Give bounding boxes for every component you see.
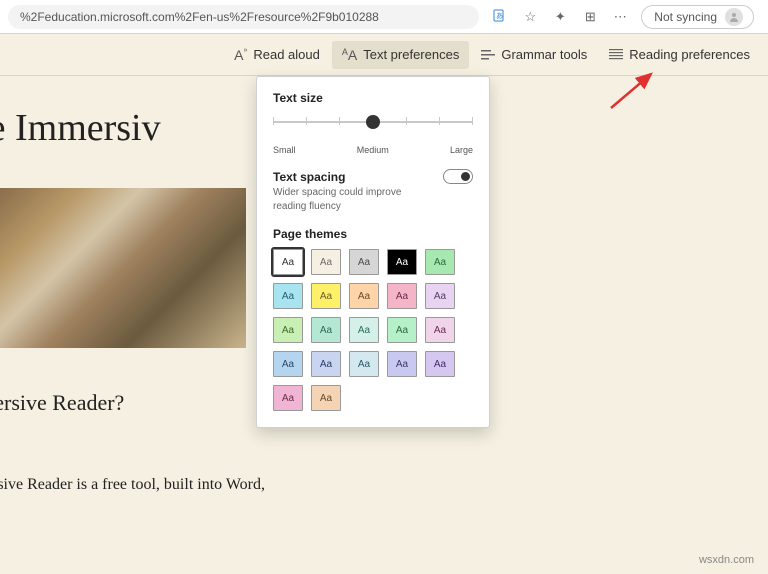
grammar-tools-label: Grammar tools xyxy=(501,47,587,62)
hero-image xyxy=(0,188,246,348)
theme-swatch[interactable]: Aa xyxy=(311,385,341,411)
theme-swatch[interactable]: Aa xyxy=(425,351,455,377)
theme-swatch[interactable]: Aa xyxy=(311,317,341,343)
sync-label: Not syncing xyxy=(654,10,717,24)
text-preferences-label: Text preferences xyxy=(363,47,459,62)
svg-text:あ: あ xyxy=(496,12,503,20)
slider-thumb[interactable] xyxy=(366,115,380,129)
slider-labels: Small Medium Large xyxy=(273,145,473,155)
text-preferences-button[interactable]: AA Text preferences xyxy=(332,41,469,69)
theme-swatch[interactable]: Aa xyxy=(349,317,379,343)
theme-swatch[interactable]: Aa xyxy=(425,317,455,343)
theme-swatch[interactable]: Aa xyxy=(387,249,417,275)
page-themes-grid: Aa Aa Aa Aa Aa Aa Aa Aa Aa Aa Aa Aa Aa Aa Aa Aa Aa Aa Aa Aa… xyxy=(273,249,473,411)
slider-max-label: Large xyxy=(450,145,473,155)
text-preferences-popover: Text size Small Medium Large Text spacin… xyxy=(256,76,490,428)
reading-preferences-icon xyxy=(609,49,623,61)
text-spacing-toggle[interactable] xyxy=(443,169,473,184)
add-favorite-icon[interactable]: ✦ xyxy=(551,7,569,27)
slider-mid-label: Medium xyxy=(357,145,389,155)
read-aloud-label: Read aloud xyxy=(253,47,320,62)
sync-status[interactable]: Not syncing xyxy=(641,5,754,29)
extensions-icon[interactable]: ⋯ xyxy=(611,7,629,27)
reading-preferences-button[interactable]: Reading preferences xyxy=(599,41,760,68)
reader-toolbar: A» Read aloud AA Text preferences Gramma… xyxy=(0,34,768,76)
theme-swatch[interactable]: Aa xyxy=(349,351,379,377)
theme-swatch[interactable]: Aa xyxy=(311,351,341,377)
grammar-tools-button[interactable]: Grammar tools xyxy=(471,41,597,68)
translate-icon[interactable]: あ xyxy=(491,7,509,27)
reading-preferences-label: Reading preferences xyxy=(629,47,750,62)
profile-avatar-icon xyxy=(725,8,743,26)
page-body-text: mmersive Reader is a free tool, built in… xyxy=(0,476,768,494)
theme-swatch[interactable]: Aa xyxy=(387,351,417,377)
url-box[interactable]: %2Feducation.microsoft.com%2Fen-us%2Fres… xyxy=(8,5,479,29)
theme-swatch[interactable]: Aa xyxy=(273,385,303,411)
theme-swatch[interactable]: Aa xyxy=(311,283,341,309)
theme-swatch[interactable]: Aa xyxy=(425,283,455,309)
page-themes-label: Page themes xyxy=(273,227,473,241)
theme-swatch[interactable]: Aa xyxy=(273,317,303,343)
watermark: wsxdn.com xyxy=(699,554,754,566)
theme-swatch[interactable]: Aa xyxy=(349,283,379,309)
theme-swatch[interactable]: Aa xyxy=(273,351,303,377)
theme-swatch[interactable]: Aa xyxy=(387,317,417,343)
theme-swatch[interactable]: Aa xyxy=(387,283,417,309)
grammar-tools-icon xyxy=(481,49,495,61)
text-spacing-hint: Wider spacing could improve reading flue… xyxy=(273,186,473,213)
toggle-knob xyxy=(461,172,470,181)
address-bar: %2Feducation.microsoft.com%2Fen-us%2Fres… xyxy=(0,0,768,34)
text-spacing-label: Text spacing xyxy=(273,170,345,184)
theme-swatch[interactable]: Aa xyxy=(349,249,379,275)
theme-swatch[interactable]: Aa xyxy=(311,249,341,275)
url-text: %2Feducation.microsoft.com%2Fen-us%2Fres… xyxy=(20,10,379,24)
address-bar-actions: あ ☆ ✦ ⊞ ⋯ Not syncing xyxy=(485,5,760,29)
collections-icon[interactable]: ⊞ xyxy=(581,7,599,27)
theme-swatch[interactable]: Aa xyxy=(425,249,455,275)
slider-min-label: Small xyxy=(273,145,296,155)
read-aloud-icon: A» xyxy=(234,47,247,63)
read-aloud-button[interactable]: A» Read aloud xyxy=(224,41,330,69)
favorite-icon[interactable]: ☆ xyxy=(521,7,539,27)
text-size-slider[interactable] xyxy=(273,113,473,143)
theme-swatch[interactable]: Aa xyxy=(273,283,303,309)
text-preferences-icon: AA xyxy=(342,47,357,63)
text-size-label: Text size xyxy=(273,91,473,105)
theme-swatch[interactable]: Aa xyxy=(273,249,303,275)
